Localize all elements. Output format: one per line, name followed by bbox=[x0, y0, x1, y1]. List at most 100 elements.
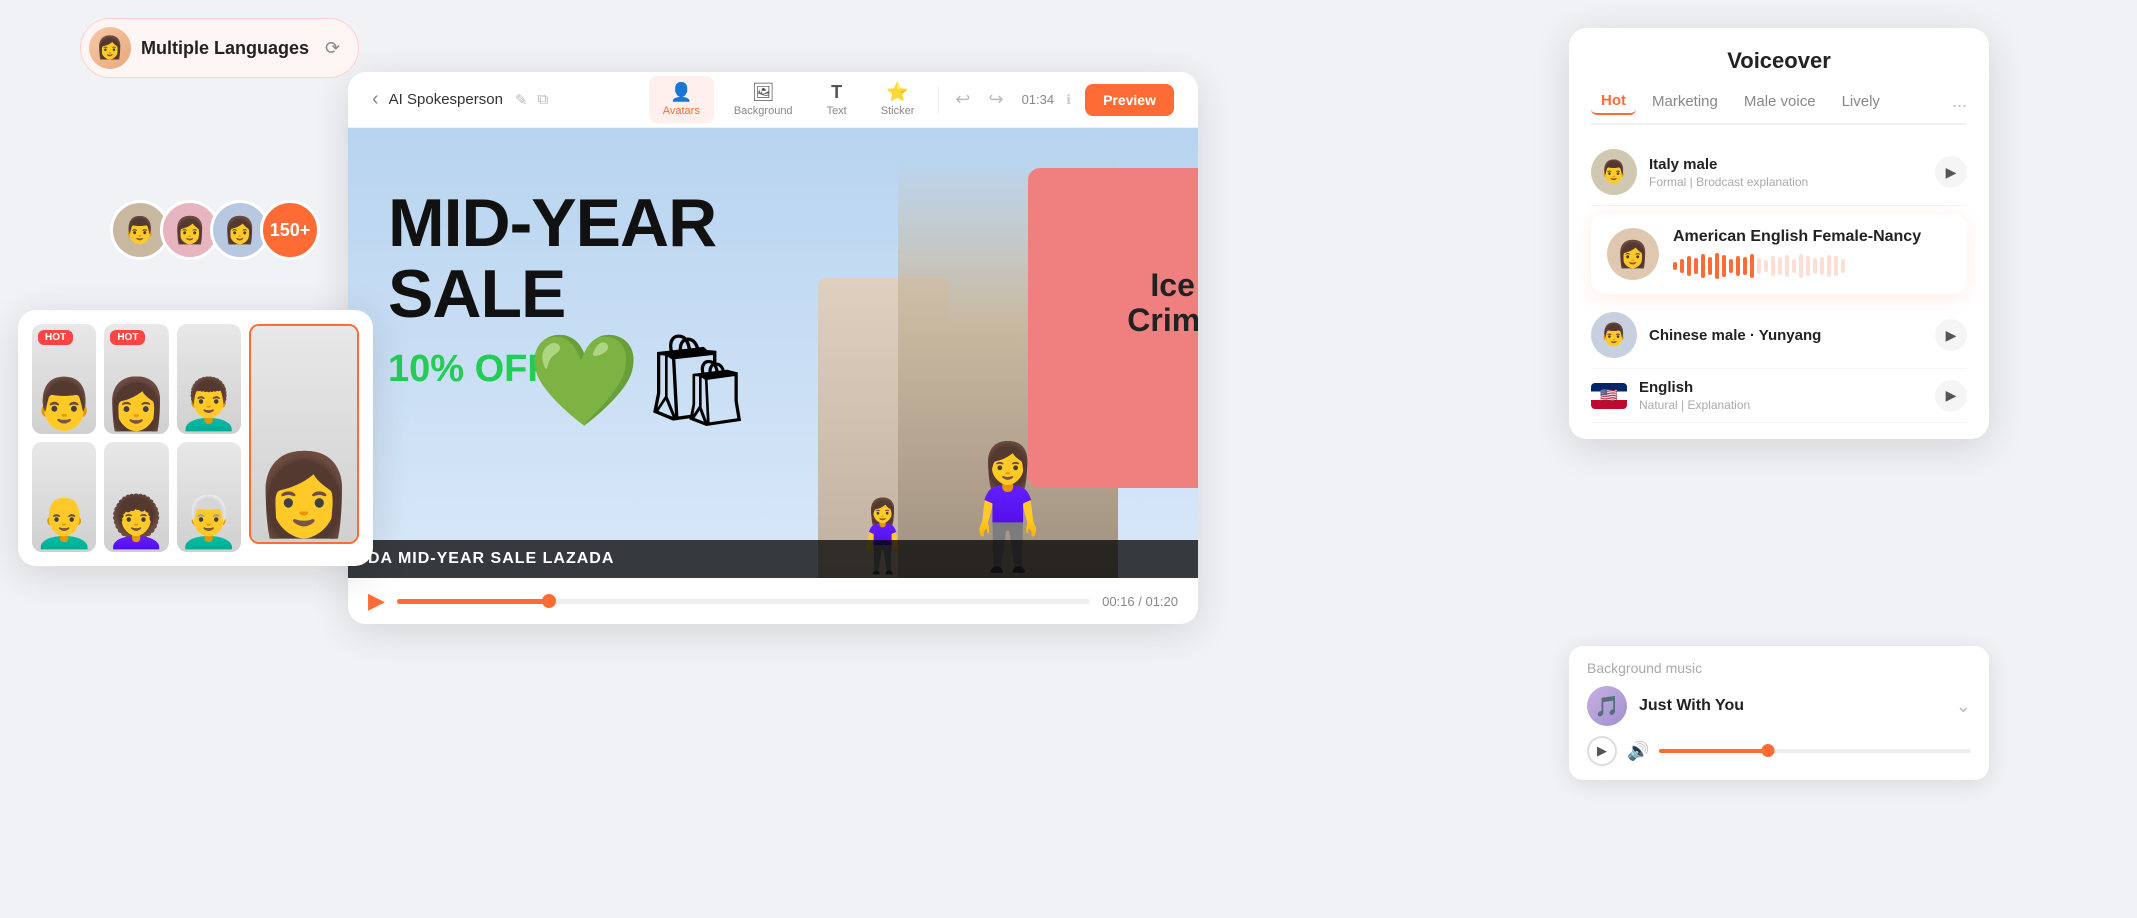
ice-crime-text: IceCrime bbox=[1127, 268, 1198, 338]
voice-item-nancy[interactable]: 👩 American English Female-Nancy bbox=[1591, 214, 1967, 294]
time-display: 00:16 / 01:20 bbox=[1102, 594, 1178, 609]
waveform-bar-21 bbox=[1820, 257, 1824, 275]
undo-button[interactable]: ↩ bbox=[949, 85, 976, 114]
voice-item-chinese-male: 👨 Chinese male · Yunyang ▶ bbox=[1591, 302, 1967, 369]
tool-background[interactable]: 🖼 Background bbox=[720, 76, 807, 123]
sale-text: MID-YEAR SALE bbox=[388, 188, 716, 331]
sticker-icon: ⭐ bbox=[886, 82, 908, 103]
copy-icon[interactable]: ⧉ bbox=[538, 91, 549, 108]
redo-button[interactable]: ↪ bbox=[982, 85, 1009, 114]
bg-play-button[interactable]: ▶ bbox=[1587, 736, 1617, 766]
avatar-figure-4: 👨‍🦲 bbox=[32, 442, 96, 552]
progress-fill bbox=[397, 599, 549, 604]
edit-title-icon[interactable]: ✎ bbox=[515, 91, 528, 109]
volume-icon: 🔊 bbox=[1627, 741, 1649, 762]
tab-male-voice[interactable]: Male voice bbox=[1734, 89, 1826, 114]
video-duration: 01:34 bbox=[1022, 92, 1055, 107]
waveform-bar-3 bbox=[1694, 258, 1698, 274]
avatar-figure-selected: 👩 bbox=[251, 326, 357, 542]
avatar-grid-item-selected[interactable]: 👩 bbox=[249, 324, 359, 544]
voice-item-english: 🇺🇸 English Natural | Explanation ▶ bbox=[1591, 369, 1967, 423]
project-title: AI Spokesperson bbox=[389, 91, 503, 108]
voice-name-chinese-male: Chinese male · Yunyang bbox=[1649, 327, 1923, 344]
waveform-bar-23 bbox=[1834, 256, 1838, 276]
hot-badge-2: HOT bbox=[110, 330, 145, 345]
voiceover-tabs: Hot Marketing Male voice Lively ... bbox=[1591, 88, 1967, 125]
language-badge-label: Multiple Languages bbox=[141, 38, 309, 59]
waveform-bar-19 bbox=[1806, 256, 1810, 276]
back-button[interactable]: ‹ bbox=[372, 88, 379, 111]
voice-play-chinese-male[interactable]: ▶ bbox=[1935, 319, 1967, 351]
editor-toolbar: ‹ AI Spokesperson ✎ ⧉ 👤 Avatars 🖼 Backgr… bbox=[348, 72, 1198, 128]
voice-play-english[interactable]: ▶ bbox=[1935, 380, 1967, 412]
heart-bag-sticker: 💚🛍 bbox=[528, 328, 754, 433]
tab-hot[interactable]: Hot bbox=[1591, 88, 1636, 115]
hot-badge-1: HOT bbox=[38, 330, 73, 345]
preview-button[interactable]: Preview bbox=[1085, 84, 1174, 116]
tool-avatars[interactable]: 👤 Avatars bbox=[649, 76, 714, 123]
voice-desc-italy-male: Formal | Brodcast explanation bbox=[1649, 175, 1923, 189]
avatar-grid-item-5[interactable]: 👩‍🦱 bbox=[104, 442, 168, 552]
voice-info-italy-male: Italy male Formal | Brodcast explanation bbox=[1649, 156, 1923, 189]
voice-name-nancy: American English Female-Nancy bbox=[1673, 228, 1951, 246]
avatar-grid-item-2[interactable]: HOT 👩 bbox=[104, 324, 168, 434]
voiceover-panel: Voiceover Hot Marketing Male voice Livel… bbox=[1569, 28, 1989, 439]
tab-lively[interactable]: Lively bbox=[1832, 89, 1890, 114]
voice-info-chinese-male: Chinese male · Yunyang bbox=[1649, 327, 1923, 344]
waveform-bar-24 bbox=[1841, 259, 1845, 273]
bg-music-panel: Background music 🎵 Just With You ⌄ ▶ 🔊 bbox=[1569, 646, 1989, 780]
waveform bbox=[1673, 252, 1951, 280]
waveform-bar-17 bbox=[1792, 259, 1796, 273]
background-icon: 🖼 bbox=[752, 82, 775, 103]
voice-play-italy-male[interactable]: ▶ bbox=[1935, 156, 1967, 188]
waveform-bar-4 bbox=[1701, 254, 1705, 278]
bg-slider-fill bbox=[1659, 749, 1768, 753]
avatar-grid-item-4[interactable]: 👨‍🦲 bbox=[32, 442, 96, 552]
chevron-down-icon[interactable]: ⌄ bbox=[1956, 696, 1971, 717]
waveform-bar-13 bbox=[1764, 260, 1768, 272]
voice-name-italy-male: Italy male bbox=[1649, 156, 1923, 173]
pink-truck: IceCrime bbox=[1028, 168, 1198, 488]
avatar-grid-item-6[interactable]: 👨‍🦳 bbox=[177, 442, 241, 552]
waveform-bar-22 bbox=[1827, 255, 1831, 277]
voice-avatar-italy-male: 👨 bbox=[1591, 149, 1637, 195]
bg-volume-slider[interactable] bbox=[1659, 749, 1971, 753]
avatars-row: 👨 👩 👩 150+ bbox=[110, 200, 320, 260]
bg-music-thumbnail: 🎵 bbox=[1587, 686, 1627, 726]
voice-avatar-nancy: 👩 bbox=[1607, 228, 1659, 280]
progress-dot bbox=[542, 594, 556, 608]
play-button[interactable]: ▶ bbox=[368, 588, 385, 614]
tab-marketing[interactable]: Marketing bbox=[1642, 89, 1728, 114]
tool-text[interactable]: T Text bbox=[813, 76, 861, 123]
us-flag-icon: 🇺🇸 bbox=[1591, 383, 1627, 409]
waveform-bar-9 bbox=[1736, 256, 1740, 276]
language-badge-avatar: 👩 bbox=[89, 27, 131, 69]
language-badge[interactable]: 👩 Multiple Languages ⟳ bbox=[80, 18, 359, 78]
waveform-bar-8 bbox=[1729, 259, 1733, 273]
avatar-figure-6: 👨‍🦳 bbox=[177, 442, 241, 552]
voice-item-italy-male: 👨 Italy male Formal | Brodcast explanati… bbox=[1591, 139, 1967, 206]
tool-sticker[interactable]: ⭐ Sticker bbox=[867, 76, 929, 123]
waveform-bar-12 bbox=[1757, 258, 1761, 274]
voiceover-title: Voiceover bbox=[1591, 48, 1967, 74]
bg-slider-dot bbox=[1762, 744, 1775, 757]
waveform-bar-11 bbox=[1750, 254, 1754, 278]
waveform-bar-10 bbox=[1743, 257, 1747, 275]
progress-bar[interactable] bbox=[397, 599, 1090, 604]
avatar-figure-5: 👩‍🦱 bbox=[104, 442, 168, 552]
tab-more[interactable]: ... bbox=[1952, 91, 1967, 112]
repeat-icon: ⟳ bbox=[325, 38, 340, 59]
info-icon: ℹ bbox=[1066, 92, 1071, 108]
avatar-count-badge[interactable]: 150+ bbox=[260, 200, 320, 260]
avatar-figure-3: 👨‍🦱 bbox=[177, 324, 241, 434]
bg-music-row: 🎵 Just With You ⌄ bbox=[1587, 686, 1971, 726]
video-canvas: MID-YEAR SALE 10% OFF 💚🛍 IceCrime 🧍‍♀️ 🧍… bbox=[348, 128, 1198, 578]
waveform-bar-14 bbox=[1771, 256, 1775, 276]
waveform-bar-6 bbox=[1715, 253, 1719, 279]
avatar-grid-item-1[interactable]: HOT 👨 bbox=[32, 324, 96, 434]
video-ticker: DA MID-YEAR SALE LAZADA bbox=[348, 540, 1198, 578]
avatar-grid-panel: HOT 👨 HOT 👩 👨‍🦱 👨‍🦲 👩‍🦱 👨‍🦳 👩 bbox=[18, 310, 373, 566]
avatar-grid-item-3[interactable]: 👨‍🦱 bbox=[177, 324, 241, 434]
voice-desc-english: Natural | Explanation bbox=[1639, 398, 1923, 412]
waveform-bar-16 bbox=[1785, 255, 1789, 277]
